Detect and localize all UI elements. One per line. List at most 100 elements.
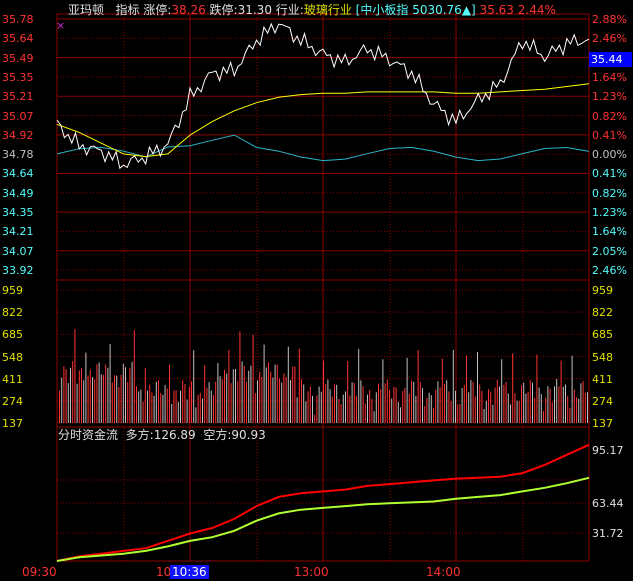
volume-bar (59, 390, 60, 423)
volume-bar (182, 380, 184, 423)
volume-bar (252, 334, 254, 423)
volume-bar (199, 392, 201, 423)
money-flow-title[interactable]: 分时资金流 (58, 428, 118, 442)
percent-axis-label: 1.64% (592, 70, 627, 84)
volume-bar (518, 401, 520, 423)
volume-bar (166, 388, 168, 423)
volume-bar (560, 360, 562, 423)
volume-bar (188, 387, 190, 423)
volume-bar (523, 382, 525, 423)
volume-bar (565, 384, 566, 423)
volume-bar (472, 381, 474, 423)
volume-bar (573, 389, 575, 423)
current-price-tag: 35.44 (589, 52, 632, 67)
industry-value[interactable]: 玻璃行业 (304, 3, 352, 17)
volume-axis-label: 548 (2, 350, 23, 364)
volume-bar (470, 380, 472, 423)
volume-bar (100, 374, 102, 423)
volume-axis-label: 137 (2, 417, 23, 430)
stock-name[interactable]: 亚玛顿 (68, 3, 104, 17)
industry-label: 行业: (275, 3, 304, 17)
volume-bar (65, 369, 67, 423)
volume-bar (257, 380, 258, 423)
volume-bar (582, 381, 584, 423)
volume-axis-label: 822 (2, 306, 23, 320)
volume-axis-label: 685 (592, 328, 613, 342)
percent-axis-label: 2.46% (592, 32, 627, 46)
volume-bar (105, 364, 107, 423)
flow-axis-label: 95.17 (592, 444, 624, 457)
volume-bar (492, 404, 494, 423)
volume-bar (171, 404, 173, 423)
volume-bar (505, 382, 507, 423)
volume-bar (371, 398, 373, 423)
volume-bar (402, 391, 404, 423)
volume-bar (389, 389, 390, 423)
volume-bar (125, 367, 126, 423)
volume-bar (70, 367, 71, 423)
volume-bar (131, 361, 133, 423)
volume-bar (353, 382, 355, 423)
volume-bar (384, 383, 386, 423)
volume-bar (479, 384, 481, 423)
volume-bar (501, 359, 503, 423)
volume-bar (153, 395, 155, 423)
volume-bar (395, 387, 397, 423)
volume-bar (103, 375, 104, 423)
sell-flow-label: 空方: (203, 428, 232, 442)
volume-bar (411, 380, 412, 423)
volume-bar (364, 403, 366, 423)
volume-bar (547, 386, 549, 423)
volume-bar (224, 369, 225, 423)
money-flow-header: 分时资金流 多方:126.89 空方:90.93 (58, 428, 266, 442)
chart-canvas[interactable] (0, 0, 633, 581)
volume-bar (151, 392, 153, 423)
volume-bar (149, 384, 151, 423)
volume-bar (468, 392, 470, 423)
volume-bar (98, 362, 100, 423)
volume-bar (83, 380, 85, 423)
volume-bar (393, 386, 395, 423)
volume-bar (81, 368, 82, 423)
volume-bar (406, 357, 408, 423)
volume-bar (404, 388, 406, 423)
price-axis-label: 34.64 (2, 167, 34, 181)
price-axis-label: 34.21 (2, 225, 34, 239)
volume-bar (580, 383, 582, 423)
volume-bar (527, 391, 529, 423)
volume-bar (578, 398, 580, 423)
chart-stage[interactable]: 亚玛顿 指标 涨停:38.26 跌停:31.30 行业:玻璃行业 [中小板指 5… (0, 0, 633, 581)
volume-bar (241, 361, 243, 423)
volume-bar (116, 375, 118, 423)
volume-bar (120, 374, 122, 423)
volume-bar (558, 386, 560, 423)
volume-bar (448, 391, 450, 423)
percent-axis-label: 1.23% (592, 206, 627, 220)
price-axis-label: 34.35 (2, 206, 34, 220)
volume-bar (274, 364, 276, 423)
volume-bar (457, 404, 459, 423)
volume-bar (87, 375, 89, 423)
volume-bar (367, 394, 368, 423)
volume-bar (111, 382, 113, 423)
volume-bar (114, 375, 115, 423)
volume-bar (584, 392, 586, 423)
volume-bar (307, 391, 309, 423)
volume-bar (419, 382, 421, 423)
volume-bar (549, 388, 551, 423)
time-label-1036-prefix: 10 (156, 565, 172, 579)
volume-bar (331, 396, 333, 423)
volume-axis-label: 411 (2, 372, 23, 386)
volume-bar (263, 344, 265, 423)
volume-bar (204, 365, 206, 423)
volume-bar (208, 382, 210, 423)
volume-bar (426, 398, 428, 423)
volume-bar (318, 386, 320, 423)
indicator-menu[interactable]: 指标 (115, 3, 139, 17)
index-name[interactable]: [中小板指 (356, 3, 409, 17)
volume-bar (494, 387, 496, 423)
time-label-1036[interactable]: 10:36 (170, 565, 209, 579)
volume-bar (516, 400, 518, 423)
buy-flow-value: 126.89 (153, 428, 196, 442)
header-bar: 亚玛顿 指标 涨停:38.26 跌停:31.30 行业:玻璃行业 [中小板指 5… (68, 2, 556, 18)
